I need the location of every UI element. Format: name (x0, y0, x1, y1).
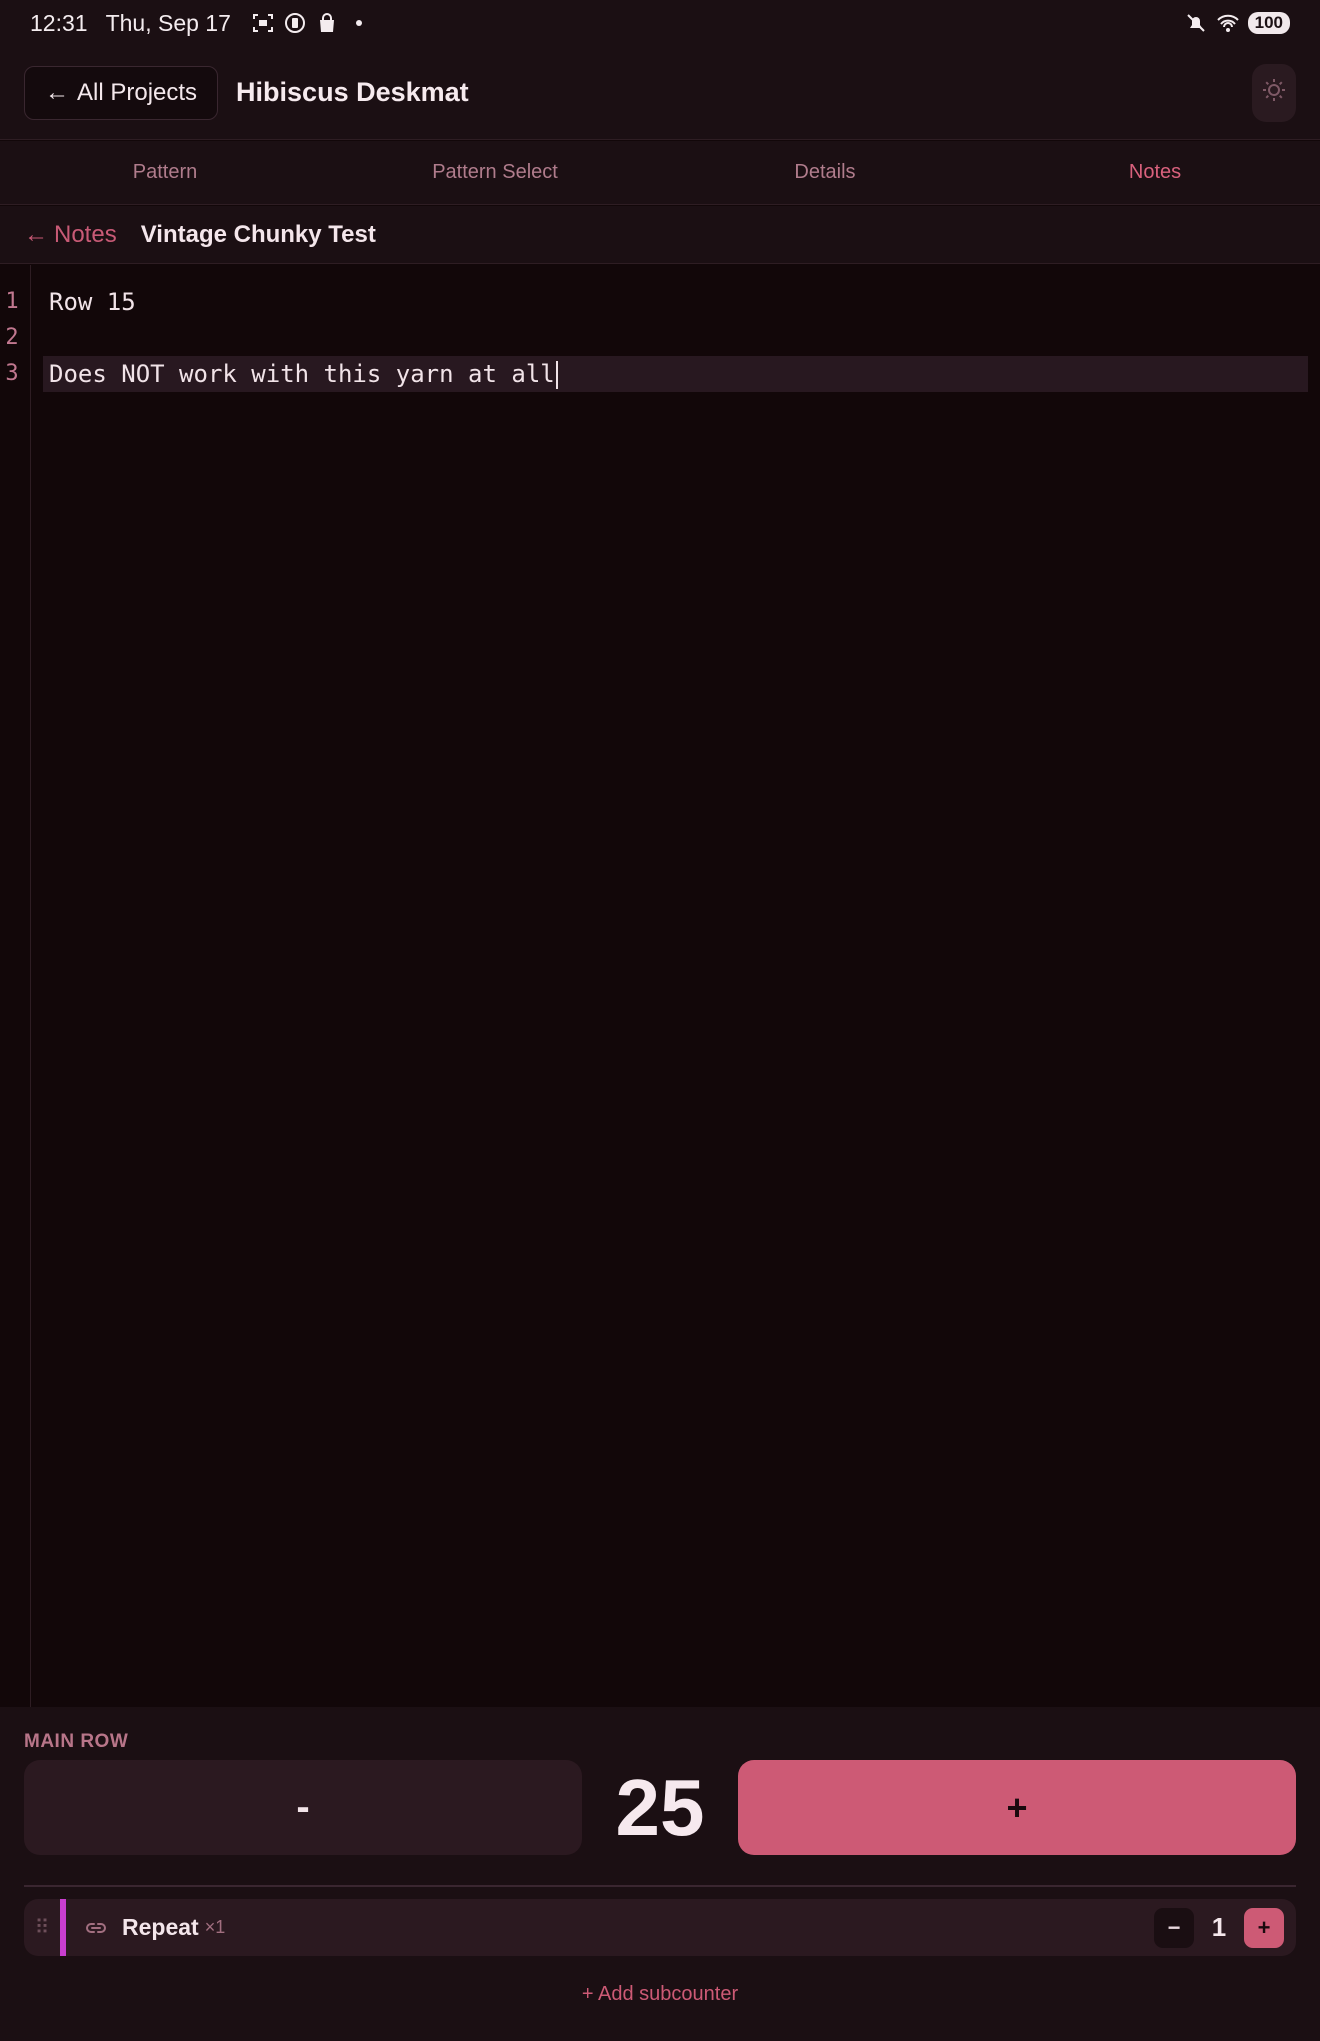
app-root: 12:31 Thu, Sep 17 100 ← All Projects Hib… (0, 0, 1320, 2041)
status-date: Thu, Sep 17 (105, 9, 231, 36)
line-number: 2 (5, 325, 19, 350)
subcounter-controls: − 1 + (1154, 1907, 1284, 1948)
sun-icon (1262, 78, 1286, 107)
editor-line[interactable] (43, 320, 1308, 356)
text-cursor (555, 361, 558, 389)
tab-notes[interactable]: Notes (990, 141, 1320, 204)
subcounter-name: Repeat (122, 1914, 199, 1940)
note-editor[interactable]: 1 2 3 Row 15 Does NOT work with this yar… (0, 265, 1320, 1707)
row-count: 25 (615, 1762, 705, 1852)
subcounter-multiplier: ×1 (204, 1917, 226, 1937)
theme-toggle-button[interactable] (1252, 63, 1296, 122)
app-header: ← All Projects Hibiscus Deskmat (0, 46, 1320, 140)
drag-handle-icon[interactable]: ⠿ (24, 1915, 60, 1940)
main-row-label: MAIN ROW (24, 1731, 129, 1752)
line-number: 3 (5, 361, 19, 386)
link-icon[interactable] (84, 1916, 108, 1940)
tab-pattern-select[interactable]: Pattern Select (330, 141, 660, 204)
counter-panel: MAIN ROW - 25 + ⠿ Repeat ×1 − 1 + + Add … (0, 1707, 1320, 2041)
vibrate-icon (283, 11, 307, 35)
subcounter-increment-button[interactable]: + (1244, 1907, 1284, 1948)
panel-divider (24, 1885, 1296, 1887)
all-projects-label: All Projects (77, 78, 198, 106)
status-time: 12:31 (30, 9, 88, 36)
status-icons-right: 100 (1184, 11, 1290, 35)
notes-back-link[interactable]: ← Notes (24, 221, 117, 249)
mute-icon (1184, 11, 1208, 35)
editor-line[interactable]: Row 15 (43, 284, 1308, 320)
project-title: Hibiscus Deskmat (236, 77, 469, 107)
editor-line-current[interactable]: Does NOT work with this yarn at all (43, 356, 1308, 392)
decrement-row-button[interactable]: - (24, 1760, 582, 1855)
status-icons-left (251, 11, 371, 35)
status-bar: 12:31 Thu, Sep 17 100 (0, 0, 1320, 46)
screenshot-icon (251, 11, 275, 35)
tab-pattern[interactable]: Pattern (0, 141, 330, 204)
dot-icon (347, 11, 371, 35)
back-arrow-icon: ← (24, 220, 48, 248)
all-projects-button[interactable]: ← All Projects (24, 65, 219, 120)
line-number-gutter: 1 2 3 (0, 265, 31, 1707)
increment-row-button[interactable]: + (738, 1760, 1296, 1855)
subcounter-value: 1 (1211, 1912, 1227, 1942)
notes-back-label: Notes (54, 220, 117, 248)
editor-line-text: Does NOT work with this yarn at all (49, 360, 555, 388)
tab-details[interactable]: Details (660, 141, 990, 204)
bag-icon (315, 11, 339, 35)
subcounter-row: ⠿ Repeat ×1 − 1 + (24, 1899, 1296, 1956)
back-arrow-icon: ← (45, 78, 69, 106)
battery-icon: 100 (1247, 12, 1290, 34)
subcounter-decrement-button[interactable]: − (1154, 1907, 1194, 1948)
editor-line-text: Row 15 (49, 288, 136, 316)
wifi-icon (1216, 11, 1240, 35)
line-number: 1 (5, 289, 19, 314)
add-subcounter-button[interactable]: + Add subcounter (0, 1983, 1320, 2006)
tab-bar: Pattern Pattern Select Details Notes (0, 141, 1320, 205)
breadcrumb: ← Notes Vintage Chunky Test (0, 206, 1320, 264)
subcounter-accent (60, 1899, 66, 1956)
note-title: Vintage Chunky Test (140, 220, 376, 248)
